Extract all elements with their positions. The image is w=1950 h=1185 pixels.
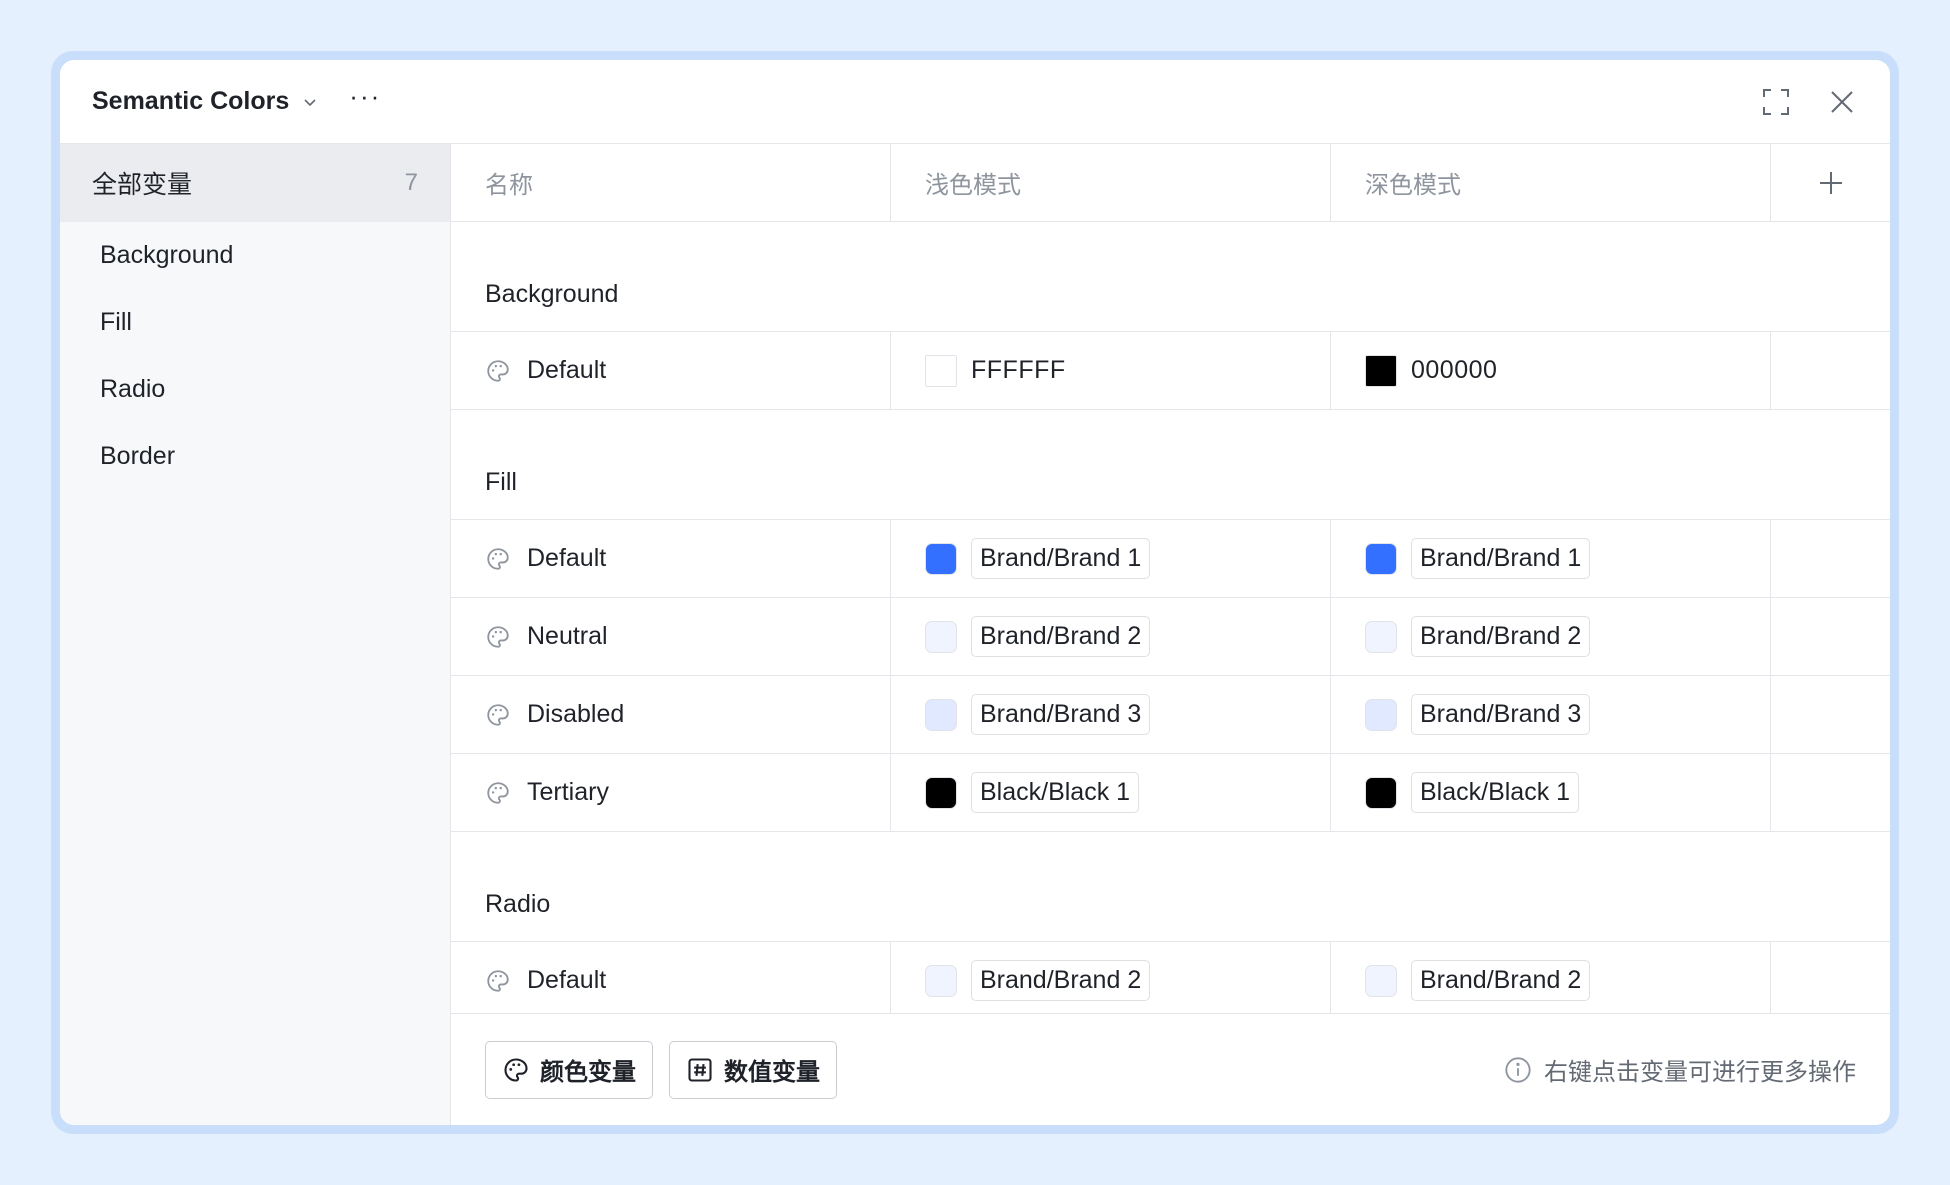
palette-icon	[485, 780, 511, 806]
hex-value[interactable]: 000000	[1411, 356, 1497, 385]
add-color-variable-button[interactable]: 颜色变量	[485, 1040, 653, 1099]
variable-name-cell[interactable]: Neutral	[451, 598, 891, 675]
table-body: Background Default FFFFFF 000000 Fill Default…	[451, 222, 1890, 1013]
color-swatch[interactable]	[1365, 964, 1397, 997]
sidebar-item-all-variables[interactable]: 全部变量 7	[60, 144, 450, 222]
dark-mode-value-cell[interactable]: Brand/Brand 3	[1331, 676, 1771, 753]
add-color-variable-label: 颜色变量	[540, 1059, 636, 1086]
dark-mode-value-cell[interactable]: Brand/Brand 1	[1331, 520, 1771, 597]
window-title[interactable]: Semantic Colors	[92, 87, 289, 116]
color-swatch[interactable]	[925, 776, 957, 809]
alias-chip[interactable]: Black/Black 1	[971, 771, 1140, 814]
sidebar-item-radio[interactable]: Radio	[60, 356, 450, 423]
palette-icon	[485, 968, 511, 994]
palette-icon	[485, 624, 511, 650]
hash-icon	[686, 1056, 714, 1084]
more-button[interactable]: ···	[349, 83, 381, 109]
dark-mode-value-cell[interactable]: Black/Black 1	[1331, 754, 1771, 831]
light-mode-value-cell[interactable]: Black/Black 1	[891, 754, 1331, 831]
color-swatch[interactable]	[1365, 542, 1397, 575]
add-number-variable-label: 数值变量	[724, 1059, 820, 1086]
column-header-light-mode: 浅色模式	[891, 144, 1331, 221]
plus-icon[interactable]	[1818, 170, 1844, 196]
color-swatch[interactable]	[925, 964, 957, 997]
variable-name-cell[interactable]: Default	[451, 332, 891, 409]
color-swatch[interactable]	[925, 698, 957, 731]
table-row[interactable]: Disabled Brand/Brand 3 Brand/Brand 3	[451, 676, 1890, 754]
group-title: Radio	[451, 832, 1890, 942]
dark-mode-value-cell[interactable]: Brand/Brand 2	[1331, 942, 1771, 1013]
alias-chip[interactable]: Brand/Brand 3	[1411, 693, 1591, 736]
chevron-down-icon[interactable]	[303, 95, 317, 109]
column-header-dark-mode: 深色模式	[1331, 144, 1771, 221]
maximize-icon[interactable]	[1760, 86, 1792, 118]
palette-icon	[502, 1056, 530, 1084]
footer-hint: 右键点击变量可进行更多操作	[1504, 1052, 1856, 1087]
window-frame: Semantic Colors ··· 全部变量 7 Background Fi…	[51, 51, 1899, 1134]
palette-icon	[485, 702, 511, 728]
alias-chip[interactable]: Brand/Brand 1	[1411, 537, 1591, 580]
sidebar-item-border[interactable]: Border	[60, 423, 450, 490]
window-header: Semantic Colors ···	[60, 60, 1890, 144]
sidebar-item-label: 全部变量	[92, 171, 193, 199]
sidebar-item-fill[interactable]: Fill	[60, 289, 450, 356]
table-row[interactable]: Neutral Brand/Brand 2 Brand/Brand 2	[451, 598, 1890, 676]
color-swatch[interactable]	[925, 542, 957, 575]
alias-chip[interactable]: Brand/Brand 3	[971, 693, 1151, 736]
info-icon	[1504, 1056, 1532, 1084]
light-mode-value-cell[interactable]: Brand/Brand 2	[891, 598, 1331, 675]
hex-value[interactable]: FFFFFF	[971, 356, 1066, 385]
light-mode-value-cell[interactable]: Brand/Brand 2	[891, 942, 1331, 1013]
variables-table: 名称 浅色模式 深色模式 Background Default FFFFFF 0000…	[451, 144, 1890, 1125]
group-title: Background	[451, 222, 1890, 332]
color-swatch[interactable]	[1365, 620, 1397, 653]
variable-name-cell[interactable]: Tertiary	[451, 754, 891, 831]
variable-name: Default	[527, 356, 607, 384]
dark-mode-value-cell[interactable]: 000000	[1331, 332, 1771, 409]
light-mode-value-cell[interactable]: FFFFFF	[891, 332, 1331, 409]
table-row[interactable]: Default Brand/Brand 1 Brand/Brand 1	[451, 520, 1890, 598]
alias-chip[interactable]: Brand/Brand 2	[1411, 959, 1591, 1002]
table-row[interactable]: Default Brand/Brand 2 Brand/Brand 2	[451, 942, 1890, 1013]
color-swatch[interactable]	[925, 354, 957, 387]
variable-name-cell[interactable]: Disabled	[451, 676, 891, 753]
alias-chip[interactable]: Brand/Brand 2	[971, 615, 1151, 658]
variable-name: Disabled	[527, 700, 625, 728]
footer-hint-text: 右键点击变量可进行更多操作	[1544, 1059, 1856, 1086]
close-icon[interactable]	[1826, 86, 1858, 118]
variables-window: Semantic Colors ··· 全部变量 7 Background Fi…	[60, 60, 1890, 1125]
palette-icon	[485, 358, 511, 384]
alias-chip[interactable]: Brand/Brand 2	[971, 959, 1151, 1002]
variable-name: Neutral	[527, 622, 608, 650]
table-row[interactable]: Default FFFFFF 000000	[451, 332, 1890, 410]
alias-chip[interactable]: Black/Black 1	[1411, 771, 1580, 814]
color-swatch[interactable]	[925, 620, 957, 653]
light-mode-value-cell[interactable]: Brand/Brand 3	[891, 676, 1331, 753]
column-header-name: 名称	[451, 144, 891, 221]
variable-name: Tertiary	[527, 778, 609, 806]
color-swatch[interactable]	[1365, 354, 1397, 387]
sidebar-item-count: 7	[404, 169, 418, 196]
variable-name: Default	[527, 544, 607, 572]
table-footer: 颜色变量 数值变量 右键点击变量可进行更多操作	[451, 1013, 1890, 1125]
table-row[interactable]: Tertiary Black/Black 1 Black/Black 1	[451, 754, 1890, 832]
group-title: Fill	[451, 410, 1890, 520]
table-header: 名称 浅色模式 深色模式	[451, 144, 1890, 222]
dark-mode-value-cell[interactable]: Brand/Brand 2	[1331, 598, 1771, 675]
variable-name: Default	[527, 966, 607, 994]
window-body: 全部变量 7 Background Fill Radio Border 名称 浅…	[60, 144, 1890, 1125]
variable-name-cell[interactable]: Default	[451, 520, 891, 597]
alias-chip[interactable]: Brand/Brand 2	[1411, 615, 1591, 658]
palette-icon	[485, 546, 511, 572]
sidebar-item-background[interactable]: Background	[60, 222, 450, 289]
variable-name-cell[interactable]: Default	[451, 942, 891, 1013]
light-mode-value-cell[interactable]: Brand/Brand 1	[891, 520, 1331, 597]
color-swatch[interactable]	[1365, 776, 1397, 809]
color-swatch[interactable]	[1365, 698, 1397, 731]
sidebar: 全部变量 7 Background Fill Radio Border	[60, 144, 451, 1125]
alias-chip[interactable]: Brand/Brand 1	[971, 537, 1151, 580]
add-number-variable-button[interactable]: 数值变量	[669, 1040, 837, 1099]
